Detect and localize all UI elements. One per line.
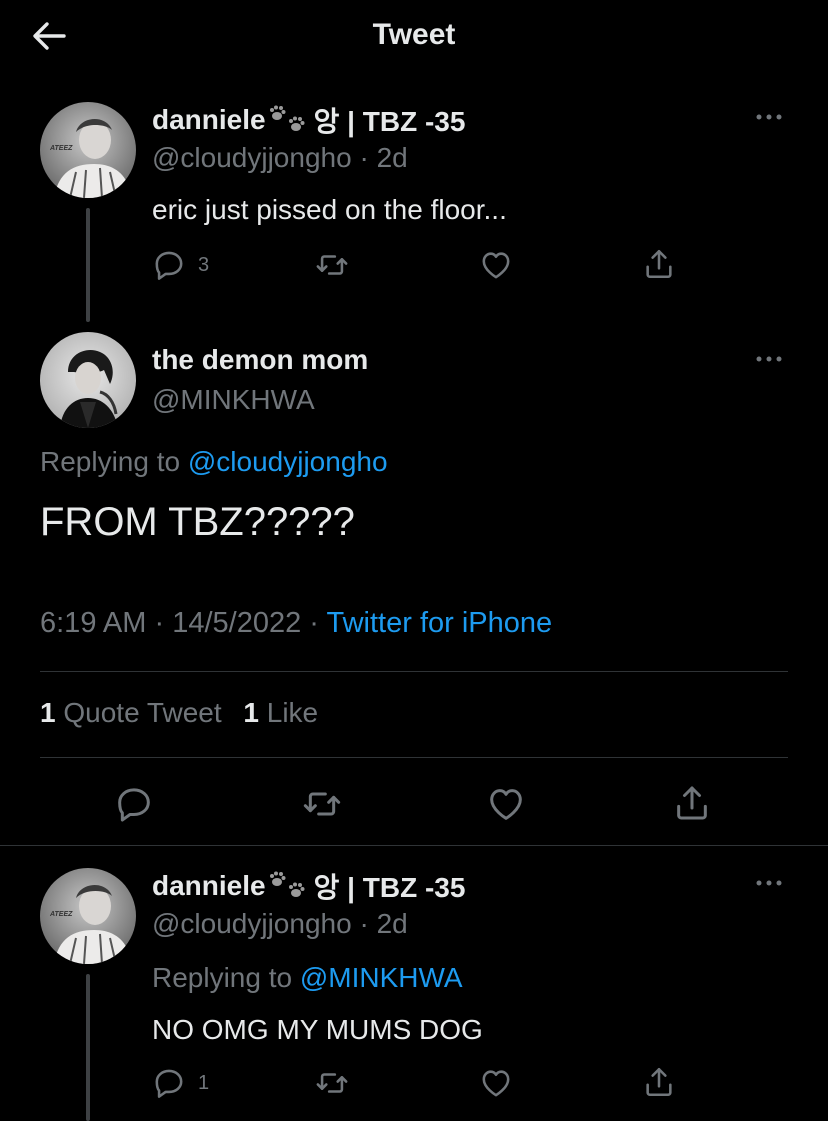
mention-link[interactable]: @cloudyjjongho (188, 446, 388, 477)
quote-tweets-stat[interactable]: 1 Quote Tweet (40, 697, 222, 728)
share-button[interactable] (672, 782, 712, 824)
separator: · (154, 607, 165, 639)
heart-icon (478, 1066, 514, 1100)
replying-to: Replying to @cloudyjjongho (40, 446, 388, 478)
reply-button[interactable]: 3 (152, 248, 209, 282)
likes-stat[interactable]: 1 Like (243, 697, 318, 728)
separator: · (309, 607, 319, 639)
retweet-button[interactable] (313, 248, 351, 282)
mention-link[interactable]: @MINKHWA (300, 962, 463, 993)
like-button[interactable] (478, 1066, 514, 1100)
more-icon[interactable] (752, 876, 786, 890)
handle[interactable]: @MINKHWA (152, 384, 315, 416)
reply-icon (114, 784, 154, 824)
tweet-text: NO OMG MY MUMS DOG (152, 1014, 483, 1045)
like-count: 1 (243, 697, 259, 728)
reply-button[interactable] (114, 784, 154, 824)
display-name-text: danniele (152, 870, 266, 901)
reply-count: 3 (198, 253, 210, 276)
handle[interactable]: @cloudyjjongho (152, 908, 352, 939)
svg-text:ATEEZ: ATEEZ (49, 145, 73, 152)
avatar[interactable]: ATEEZ (40, 102, 136, 198)
timestamp: 6:19 AM (40, 607, 147, 639)
reply-count: 1 (198, 1071, 210, 1094)
reply-icon (152, 1066, 186, 1100)
retweet-icon (313, 248, 351, 282)
reply-icon (152, 248, 186, 282)
divider (40, 757, 788, 758)
reply-button[interactable]: 1 (152, 1066, 209, 1100)
share-icon (642, 246, 676, 282)
handle-row: @cloudyjjongho · 2d (152, 142, 408, 174)
retweet-icon (313, 1066, 351, 1100)
display-name-text: danniele (152, 104, 266, 135)
replying-to-label: Replying to (40, 446, 188, 477)
page-title: Tweet (372, 18, 456, 51)
tweet-stats: 1 Quote Tweet 1 Like (40, 697, 332, 729)
top-bar: Tweet (0, 0, 828, 70)
paw-prints-icon (268, 871, 308, 901)
paw-prints-icon (268, 105, 308, 135)
share-icon (642, 1064, 676, 1100)
handle-row: @cloudyjjongho · 2d (152, 908, 408, 940)
separator: · (359, 142, 369, 173)
thread-line (86, 974, 90, 1121)
tweet-text: eric just pissed on the floor... (152, 194, 507, 225)
divider (0, 845, 828, 846)
like-label: Like (266, 697, 319, 728)
display-name-suffix: 앙 | TBZ -35 (313, 106, 466, 137)
quote-count: 1 (40, 697, 56, 728)
like-button[interactable] (478, 248, 514, 282)
separator: · (359, 908, 369, 939)
replying-to: Replying to @MINKHWA (152, 962, 463, 994)
display-name[interactable]: the demon mom (152, 344, 368, 376)
tweet-meta: 6:19 AM · 14/5/2022 · Twitter for iPhone (40, 607, 552, 640)
avatar-photo (40, 332, 136, 428)
timestamp[interactable]: 2d (377, 142, 408, 173)
display-name[interactable]: danniele 앙 | TBZ -35 (152, 100, 465, 140)
share-button[interactable] (642, 246, 676, 282)
heart-icon (486, 784, 526, 824)
thread-line (86, 208, 90, 322)
avatar-photo: ATEEZ (40, 868, 136, 964)
retweet-icon (300, 784, 344, 824)
share-button[interactable] (642, 1064, 676, 1100)
avatar[interactable] (40, 332, 136, 428)
retweet-button[interactable] (300, 784, 344, 824)
timestamp[interactable]: 2d (377, 908, 408, 939)
divider (40, 671, 788, 672)
more-icon[interactable] (752, 352, 786, 366)
date: 14/5/2022 (172, 607, 302, 639)
handle[interactable]: @cloudyjjongho (152, 142, 352, 173)
heart-icon (478, 248, 514, 282)
display-name[interactable]: danniele 앙 | TBZ -35 (152, 866, 465, 906)
quote-label: Quote Tweet (63, 697, 222, 728)
retweet-button[interactable] (313, 1066, 351, 1100)
svg-text:ATEEZ: ATEEZ (49, 911, 73, 918)
like-button[interactable] (486, 784, 526, 824)
source-link[interactable]: Twitter for iPhone (327, 607, 553, 639)
replying-to-label: Replying to (152, 962, 300, 993)
tweet-text: FROM TBZ????? (40, 500, 355, 544)
avatar[interactable]: ATEEZ (40, 868, 136, 964)
share-icon (672, 782, 712, 824)
display-name-suffix: 앙 | TBZ -35 (313, 872, 466, 903)
avatar-photo: ATEEZ (40, 102, 136, 198)
more-icon[interactable] (752, 110, 786, 124)
